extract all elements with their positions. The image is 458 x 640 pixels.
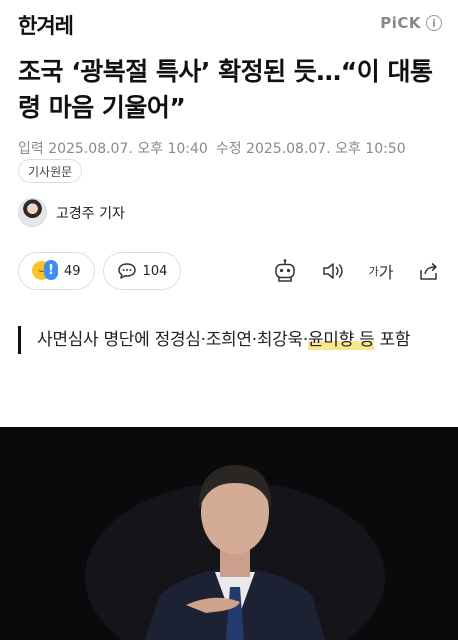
- robot-summary-icon[interactable]: [272, 258, 298, 284]
- author-avatar: [18, 198, 47, 227]
- share-icon[interactable]: [416, 258, 442, 284]
- article-headline: 조국 ‘광복절 특사’ 확정된 듯…“이 대통령 마음 기울어”: [18, 57, 433, 122]
- original-article-button[interactable]: 기사원문: [18, 159, 83, 183]
- published-date: 입력 2025.08.07. 오후 10:40: [18, 141, 208, 157]
- article-photo[interactable]: [0, 427, 458, 640]
- info-icon[interactable]: i: [426, 15, 442, 31]
- pick-label: PiCK: [380, 14, 421, 32]
- exclaim-emoji-icon: !: [44, 260, 58, 280]
- photo-illustration: [0, 427, 458, 640]
- modified-date: 수정 2025.08.07. 오후 10:50: [215, 141, 406, 157]
- subheading-highlight: 윤미향 등: [307, 330, 375, 350]
- subheading-text: 사면심사 명단에 정경심·조희연·최강욱·윤미향 등 포함: [37, 326, 443, 354]
- speaker-icon[interactable]: [320, 258, 346, 284]
- font-size-icon[interactable]: 가가: [368, 258, 394, 284]
- reaction-button[interactable]: ! 49: [18, 252, 95, 290]
- reaction-emoji-icon: !: [32, 260, 58, 282]
- author-name: 고경주 기자: [56, 205, 125, 222]
- article-subheading: 사면심사 명단에 정경심·조희연·최강욱·윤미향 등 포함: [18, 326, 443, 354]
- font-size-large: 가: [378, 263, 394, 282]
- comment-count: 104: [142, 263, 168, 279]
- pick-badge[interactable]: PiCK i: [380, 14, 442, 32]
- publisher-logo[interactable]: 한겨레: [18, 10, 74, 40]
- article-dates: 입력 2025.08.07. 오후 10:40 수정 2025.08.07. 오…: [18, 138, 406, 158]
- font-size-small: 가: [368, 265, 379, 278]
- subheading-part-2: 포함: [374, 330, 411, 350]
- reaction-bar: ! 49 104: [18, 252, 182, 290]
- article-toolbar: 가가: [272, 258, 442, 284]
- author-byline[interactable]: 고경주 기자: [18, 198, 125, 227]
- reaction-count: 49: [64, 263, 81, 279]
- app-header: 한겨레 PiCK i: [0, 0, 458, 48]
- comment-icon: [117, 262, 137, 280]
- comment-button[interactable]: 104: [102, 252, 182, 290]
- subheading-part-1: 사면심사 명단에 정경심·조희연·최강욱·: [37, 330, 308, 350]
